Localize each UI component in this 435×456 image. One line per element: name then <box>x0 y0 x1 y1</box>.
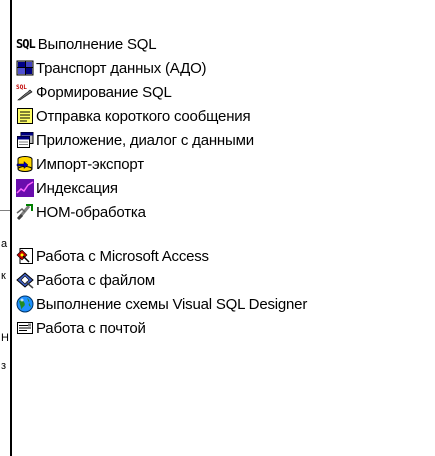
access-icon <box>16 247 34 265</box>
short-message-icon <box>16 107 34 125</box>
menu-item-mail[interactable]: Работа с почтой <box>16 317 146 339</box>
menu-item-data-transport[interactable]: Транспорт данных (АДО) <box>16 57 207 79</box>
sql-builder-icon: SQL <box>16 83 34 101</box>
sql-text-icon: SQL <box>16 37 36 51</box>
indexing-icon <box>16 179 34 197</box>
menu-item-label: Транспорт данных (АДО) <box>36 59 207 77</box>
menu-item-hom-processing[interactable]: НОМ-обработка <box>16 201 146 223</box>
menu-item-label: Работа с почтой <box>36 319 146 337</box>
menu-item-app-dialog[interactable]: Приложение, диалог с данными <box>16 129 254 151</box>
import-export-icon <box>16 155 34 173</box>
menu-item-label: Выполнение SQL <box>37 35 157 53</box>
app-dialog-icon <box>16 131 34 149</box>
menu-item-visual-sql-designer[interactable]: Выполнение схемы Visual SQL Designer <box>16 293 307 315</box>
data-transport-icon <box>16 59 34 77</box>
menu-item-label: Импорт-экспорт <box>36 155 144 173</box>
strip-glyph: Н <box>1 332 9 344</box>
file-work-icon <box>16 271 34 289</box>
strip-rule <box>0 210 10 211</box>
hom-processing-icon <box>16 203 34 221</box>
menu-item-label: Работа с файлом <box>36 271 155 289</box>
menu-item-label: Формирование SQL <box>36 83 172 101</box>
menu-item-sql-builder[interactable]: SQL Формирование SQL <box>16 81 172 103</box>
strip-glyph: к <box>1 270 6 282</box>
left-strip: а к Н з <box>0 0 10 456</box>
mail-icon <box>16 319 34 337</box>
divider-line <box>10 0 12 456</box>
strip-glyph: з <box>1 360 7 372</box>
menu-item-indexing[interactable]: Индексация <box>16 177 118 199</box>
svg-text:SQL: SQL <box>16 84 27 91</box>
strip-glyph: а <box>1 238 8 250</box>
menu-item-label: Индексация <box>36 179 118 197</box>
menu-item-label: Отправка короткого сообщения <box>36 107 251 125</box>
menu-item-label: Работа с Microsoft Access <box>36 247 209 265</box>
menu-item-short-message[interactable]: Отправка короткого сообщения <box>16 105 251 127</box>
menu-item-ms-access[interactable]: Работа с Microsoft Access <box>16 245 209 267</box>
menu-item-label: Приложение, диалог с данными <box>36 131 254 149</box>
menu-item-file-work[interactable]: Работа с файлом <box>16 269 155 291</box>
menu-item-import-export[interactable]: Импорт-экспорт <box>16 153 144 175</box>
menu-item-sql-execution[interactable]: SQL Выполнение SQL <box>16 33 157 55</box>
menu-item-label: Выполнение схемы Visual SQL Designer <box>36 295 308 313</box>
menu-item-label: НОМ-обработка <box>36 203 146 221</box>
visual-sql-designer-icon <box>16 295 34 313</box>
